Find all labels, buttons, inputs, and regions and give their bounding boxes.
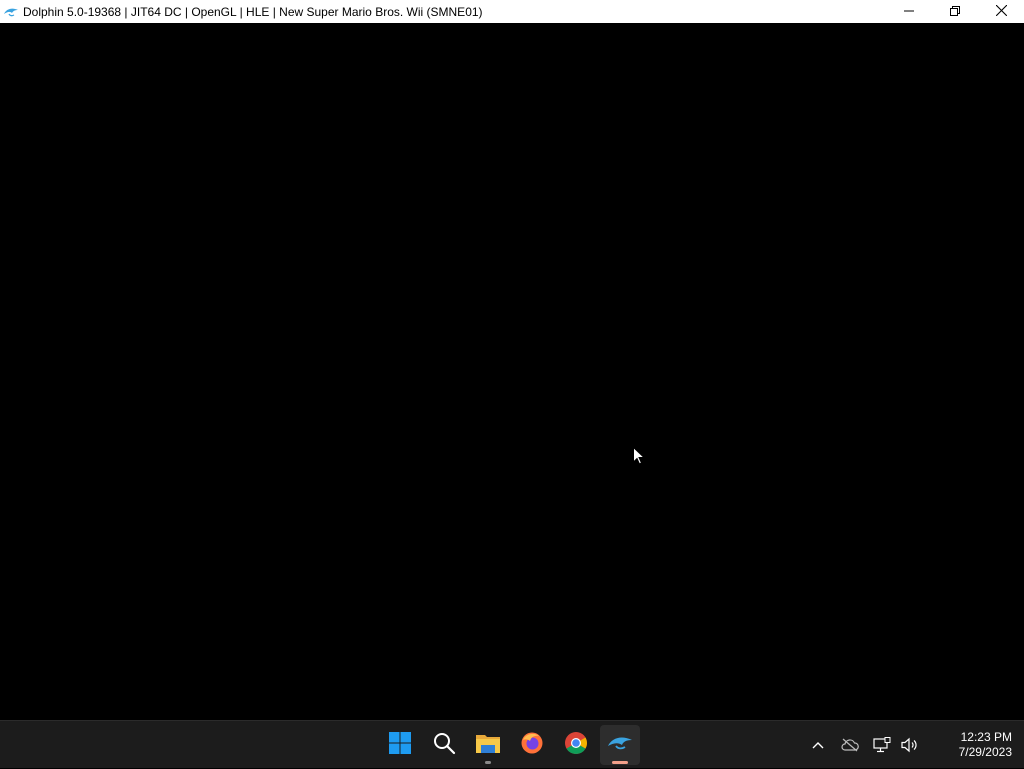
close-button[interactable] [978,0,1024,23]
dolphin-icon [3,4,19,20]
system-tray: 12:23 PM 7/29/2023 [806,721,1024,769]
window-title: Dolphin 5.0-19368 | JIT64 DC | OpenGL | … [23,4,483,19]
windows-start-icon [388,731,412,760]
chrome-icon [564,731,588,760]
chrome-button[interactable] [556,725,596,765]
clock-time: 12:23 PM [960,730,1012,744]
search-button[interactable] [424,725,464,765]
taskbar-pinned-apps [380,721,644,769]
dolphin-icon [607,734,633,757]
window-controls [886,0,1024,23]
minimize-button[interactable] [886,0,932,23]
search-icon [432,731,456,760]
active-indicator [612,761,628,764]
file-explorer-button[interactable] [468,725,508,765]
dolphin-taskbar-button[interactable] [600,725,640,765]
dolphin-window: Dolphin 5.0-19368 | JIT64 DC | OpenGL | … [0,0,1024,720]
start-button[interactable] [380,725,420,765]
running-indicator [485,761,491,764]
clock[interactable]: 12:23 PM 7/29/2023 [932,730,1012,760]
firefox-icon [520,731,544,760]
close-icon [995,3,1007,21]
restore-icon [950,3,960,21]
taskbar: 12:23 PM 7/29/2023 [0,720,1024,768]
mouse-cursor-icon [633,446,646,470]
game-render-area[interactable] [0,23,1024,720]
restore-button[interactable] [932,0,978,23]
volume-icon[interactable] [898,733,922,757]
minimize-icon [904,3,914,21]
cloud-offline-icon[interactable] [838,733,862,757]
title-bar[interactable]: Dolphin 5.0-19368 | JIT64 DC | OpenGL | … [0,0,1024,23]
folder-icon [475,732,501,759]
chevron-up-icon[interactable] [806,733,830,757]
firefox-button[interactable] [512,725,552,765]
clock-date: 7/29/2023 [958,745,1012,759]
network-icon[interactable] [870,733,894,757]
